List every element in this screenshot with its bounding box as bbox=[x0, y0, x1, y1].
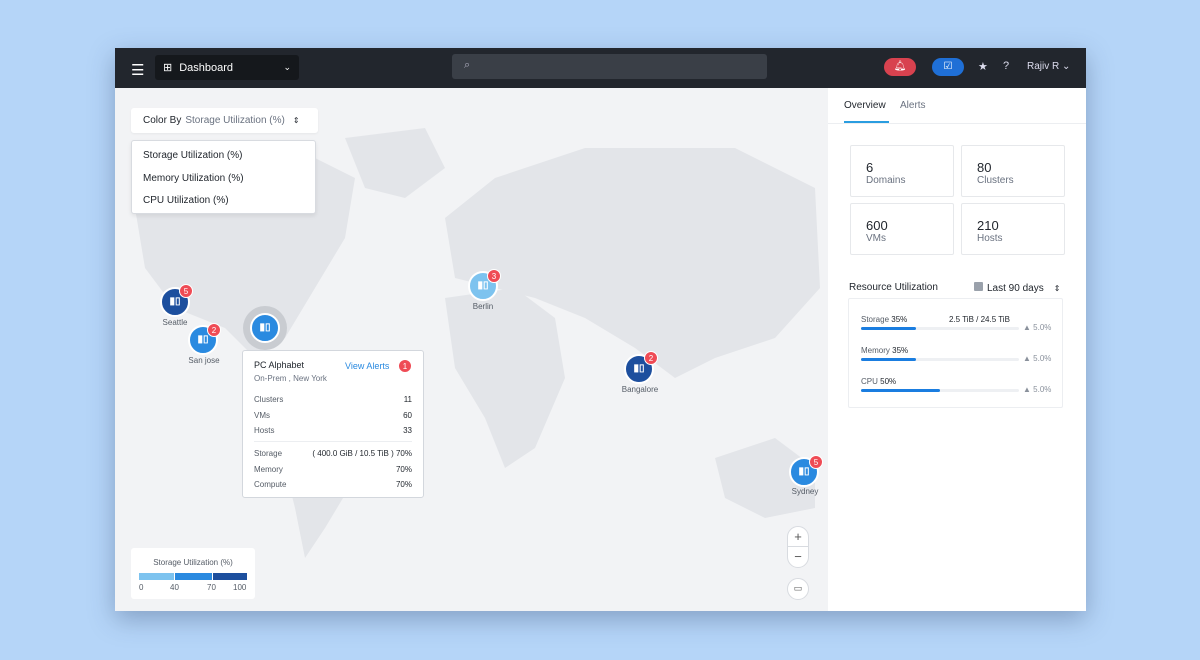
building-icon: ▮▯ bbox=[798, 466, 810, 477]
tooltip-row: Hosts 33 bbox=[254, 426, 412, 436]
dashboard-selector[interactable]: ⊞ Dashboard ⌄ bbox=[155, 55, 299, 80]
utilization-box: Storage 35% 2.5 TiB / 24.5 TiB ▲ 5.0% Memo… bbox=[848, 298, 1063, 408]
util-memory: Memory 35% ▲ 5.0% bbox=[861, 346, 1052, 363]
stat-hosts: 210 Hosts bbox=[961, 203, 1065, 255]
util-bar-fill bbox=[861, 389, 940, 392]
zoom-out-button[interactable]: − bbox=[787, 546, 809, 568]
panel-tabs: Overview Alerts bbox=[828, 88, 1086, 124]
color-by-select[interactable]: Color By Storage Utilization (%) ⇕ bbox=[131, 108, 318, 133]
marker-label: Berlin bbox=[472, 302, 494, 311]
zoom-in-button[interactable]: + bbox=[787, 526, 809, 548]
dashboard-label: Dashboard bbox=[179, 61, 234, 74]
util-storage: Storage 35% 2.5 TiB / 24.5 TiB ▲ 5.0% bbox=[861, 315, 1052, 332]
sort-icon: ⇕ bbox=[292, 116, 300, 125]
bell-icon: 🔔︎ bbox=[893, 61, 907, 72]
grid-icon: ⊞ bbox=[163, 62, 173, 74]
tooltip-row: Storage( 400.0 GiB / 10.5 TiB ) 70% bbox=[254, 449, 412, 459]
option-cpu[interactable]: CPU Utilization (%) bbox=[132, 190, 315, 213]
building-icon: ▮▯ bbox=[477, 280, 489, 291]
stat-clusters: 80 Clusters bbox=[961, 145, 1065, 197]
color-by-dropdown: Storage Utilization (%) Memory Utilizati… bbox=[131, 140, 316, 214]
cluster-tooltip: PC Alphabet View Alerts 1 On-Prem , New … bbox=[242, 350, 424, 498]
option-storage[interactable]: Storage Utilization (%) bbox=[132, 145, 315, 168]
tasks-button[interactable]: ☑ bbox=[932, 58, 964, 76]
active-tab-indicator bbox=[844, 121, 889, 123]
util-bar-fill bbox=[861, 358, 917, 361]
util-bar-fill bbox=[861, 327, 917, 330]
util-cpu: CPU 50% ▲ 5.0% bbox=[861, 377, 1052, 394]
world-map[interactable]: Color By Storage Utilization (%) ⇕ Storage… bbox=[115, 88, 828, 611]
hamburger-icon[interactable]: ☰ bbox=[131, 61, 144, 79]
building-icon: ▮▯ bbox=[197, 334, 209, 345]
tooltip-row: Compute 70% bbox=[254, 480, 412, 490]
tooltip-row: VMs 60 bbox=[254, 410, 412, 420]
divider bbox=[254, 441, 412, 442]
alert-badge: 2 bbox=[644, 351, 658, 365]
legend-swatch-low bbox=[139, 573, 174, 580]
tooltip-row: Clusters 11 bbox=[254, 395, 412, 405]
alert-badge: 1 bbox=[398, 359, 412, 373]
option-memory[interactable]: Memory Utilization (%) bbox=[132, 168, 315, 191]
tooltip-row: Memory 70% bbox=[254, 464, 412, 474]
alert-badge: 3 bbox=[487, 269, 501, 283]
building-icon: ▮▯ bbox=[259, 322, 271, 333]
legend-tick: 70 bbox=[207, 583, 216, 592]
clipboard-check-icon: ☑ bbox=[943, 61, 953, 72]
marker-label: Sydney bbox=[791, 487, 819, 496]
app-window: ☰ ⊞ Dashboard ⌄ ⌕ 🔔︎ ☑ ★ ? Rajiv R ⌄ Col… bbox=[115, 48, 1086, 611]
legend-tick: 0 bbox=[139, 583, 144, 592]
alerts-button[interactable]: 🔔︎ bbox=[884, 58, 916, 76]
view-alerts-link[interactable]: View Alerts bbox=[345, 361, 389, 371]
star-icon[interactable]: ★ bbox=[978, 60, 988, 73]
search-input[interactable]: ⌕ bbox=[452, 54, 767, 79]
screen-icon: ▭ bbox=[793, 583, 803, 593]
legend-swatch-high bbox=[213, 573, 247, 580]
legend-tick: 40 bbox=[170, 583, 179, 592]
info-icon bbox=[974, 282, 983, 291]
tooltip-title: PC Alphabet bbox=[254, 360, 305, 370]
side-panel: Overview Alerts 6 Domains 80 Clusters 600 V… bbox=[828, 88, 1086, 611]
tab-alerts[interactable]: Alerts bbox=[900, 100, 926, 111]
sort-icon: ⇕ bbox=[1053, 284, 1061, 293]
user-menu[interactable]: Rajiv R ⌄ bbox=[1027, 61, 1070, 72]
search-icon: ⌕ bbox=[464, 59, 471, 71]
legend-tick: 100 bbox=[233, 583, 247, 592]
marker-label: Bangalore bbox=[621, 385, 659, 394]
range-select[interactable]: Last 90 days ⇕ bbox=[974, 282, 1060, 294]
map-legend: Storage Utilization (%) 0 40 70 100 bbox=[131, 548, 255, 599]
alert-badge: 5 bbox=[809, 455, 823, 469]
resource-utilization-title: Resource Utilization bbox=[849, 282, 938, 293]
color-by-label: Color By bbox=[143, 115, 182, 126]
marker-new-york[interactable]: ▮▯ bbox=[250, 313, 280, 343]
help-icon[interactable]: ? bbox=[1003, 60, 1009, 72]
tab-overview[interactable]: Overview bbox=[844, 100, 886, 111]
chevron-down-icon: ⌄ bbox=[283, 62, 291, 72]
tooltip-subtitle: On-Prem , New York bbox=[254, 374, 327, 383]
fit-screen-button[interactable]: ▭ bbox=[787, 578, 809, 600]
alert-badge: 2 bbox=[207, 323, 221, 337]
stat-vms: 600 VMs bbox=[850, 203, 954, 255]
legend-title: Storage Utilization (%) bbox=[153, 558, 233, 567]
stat-domains: 6 Domains bbox=[850, 145, 954, 197]
legend-swatch-mid bbox=[175, 573, 212, 580]
marker-label: San jose bbox=[188, 356, 220, 365]
alert-badge: 5 bbox=[179, 284, 193, 298]
color-by-value: Storage Utilization (%) bbox=[185, 115, 285, 126]
building-icon: ▮▯ bbox=[169, 296, 181, 307]
building-icon: ▮▯ bbox=[633, 363, 645, 374]
top-bar: ☰ ⊞ Dashboard ⌄ ⌕ 🔔︎ ☑ ★ ? Rajiv R ⌄ bbox=[115, 48, 1086, 88]
